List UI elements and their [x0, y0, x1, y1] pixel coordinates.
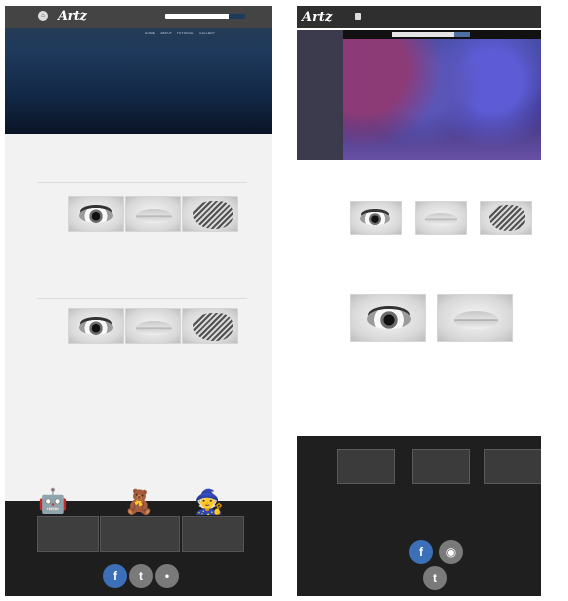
footer-card[interactable] [337, 449, 395, 484]
twitter-icon[interactable]: t [129, 564, 153, 588]
social-icon[interactable]: • [155, 564, 179, 588]
facebook-icon[interactable]: f [409, 540, 433, 564]
lips-drawing-icon [425, 213, 457, 225]
hair-thumbnail[interactable] [480, 201, 532, 235]
nav-gallery[interactable]: GALLERY [199, 31, 215, 35]
section-divider [37, 298, 247, 299]
lips-large-thumbnail[interactable] [437, 294, 513, 342]
lips-thumbnail[interactable] [415, 201, 467, 235]
right-site-logo[interactable]: Artz [302, 10, 332, 25]
right-sidebar [297, 30, 343, 160]
twitter-icon[interactable]: t [423, 566, 447, 590]
hair-drawing-icon [193, 313, 233, 341]
right-search-input[interactable] [392, 32, 460, 37]
eye-drawing-icon [367, 309, 411, 329]
footer-card[interactable] [412, 449, 470, 484]
lips-drawing-icon [136, 209, 172, 223]
eye-thumbnail[interactable] [350, 201, 402, 235]
footer-card[interactable] [484, 449, 541, 484]
left-search-button[interactable] [229, 14, 245, 19]
hair-drawing-icon [489, 205, 525, 231]
document-icon[interactable] [355, 13, 361, 20]
mascot-icon: 🤖 [38, 487, 68, 515]
footer-box[interactable] [37, 516, 99, 552]
eye-drawing-icon [79, 208, 113, 223]
hair-thumbnail[interactable] [182, 308, 238, 344]
hair-thumbnail[interactable] [182, 196, 238, 232]
footer-box[interactable] [100, 516, 180, 552]
eye-drawing-icon [360, 212, 390, 225]
lips-thumbnail[interactable] [125, 308, 181, 344]
section-divider [37, 182, 247, 183]
eye-thumbnail[interactable] [68, 196, 124, 232]
footer-box[interactable] [182, 516, 244, 552]
lips-thumbnail[interactable] [125, 196, 181, 232]
home-icon[interactable]: ⌂ [38, 11, 48, 21]
facebook-icon[interactable]: f [103, 564, 127, 588]
right-search-button[interactable] [454, 32, 470, 37]
left-site-logo[interactable]: Artz [58, 9, 87, 24]
eye-large-thumbnail[interactable] [350, 294, 426, 342]
eye-thumbnail[interactable] [68, 308, 124, 344]
left-mockup: ⌂ Artz HOME ABOUT TUTORIAL GALLERY 🤖 🧸 🧙… [5, 6, 272, 596]
nav-home[interactable]: HOME [145, 31, 155, 35]
right-top-bar [297, 6, 541, 28]
right-hero-image [343, 39, 541, 160]
lips-drawing-icon [454, 311, 498, 329]
left-main-nav: HOME ABOUT TUTORIAL GALLERY [145, 31, 215, 35]
nav-tutorial[interactable]: TUTORIAL [177, 31, 194, 35]
instagram-icon[interactable]: ◉ [439, 540, 463, 564]
nav-about[interactable]: ABOUT [160, 31, 172, 35]
right-mockup: Artz f ◉ t [297, 6, 541, 596]
eye-drawing-icon [79, 320, 113, 335]
hair-drawing-icon [193, 201, 233, 229]
lips-drawing-icon [136, 321, 172, 335]
